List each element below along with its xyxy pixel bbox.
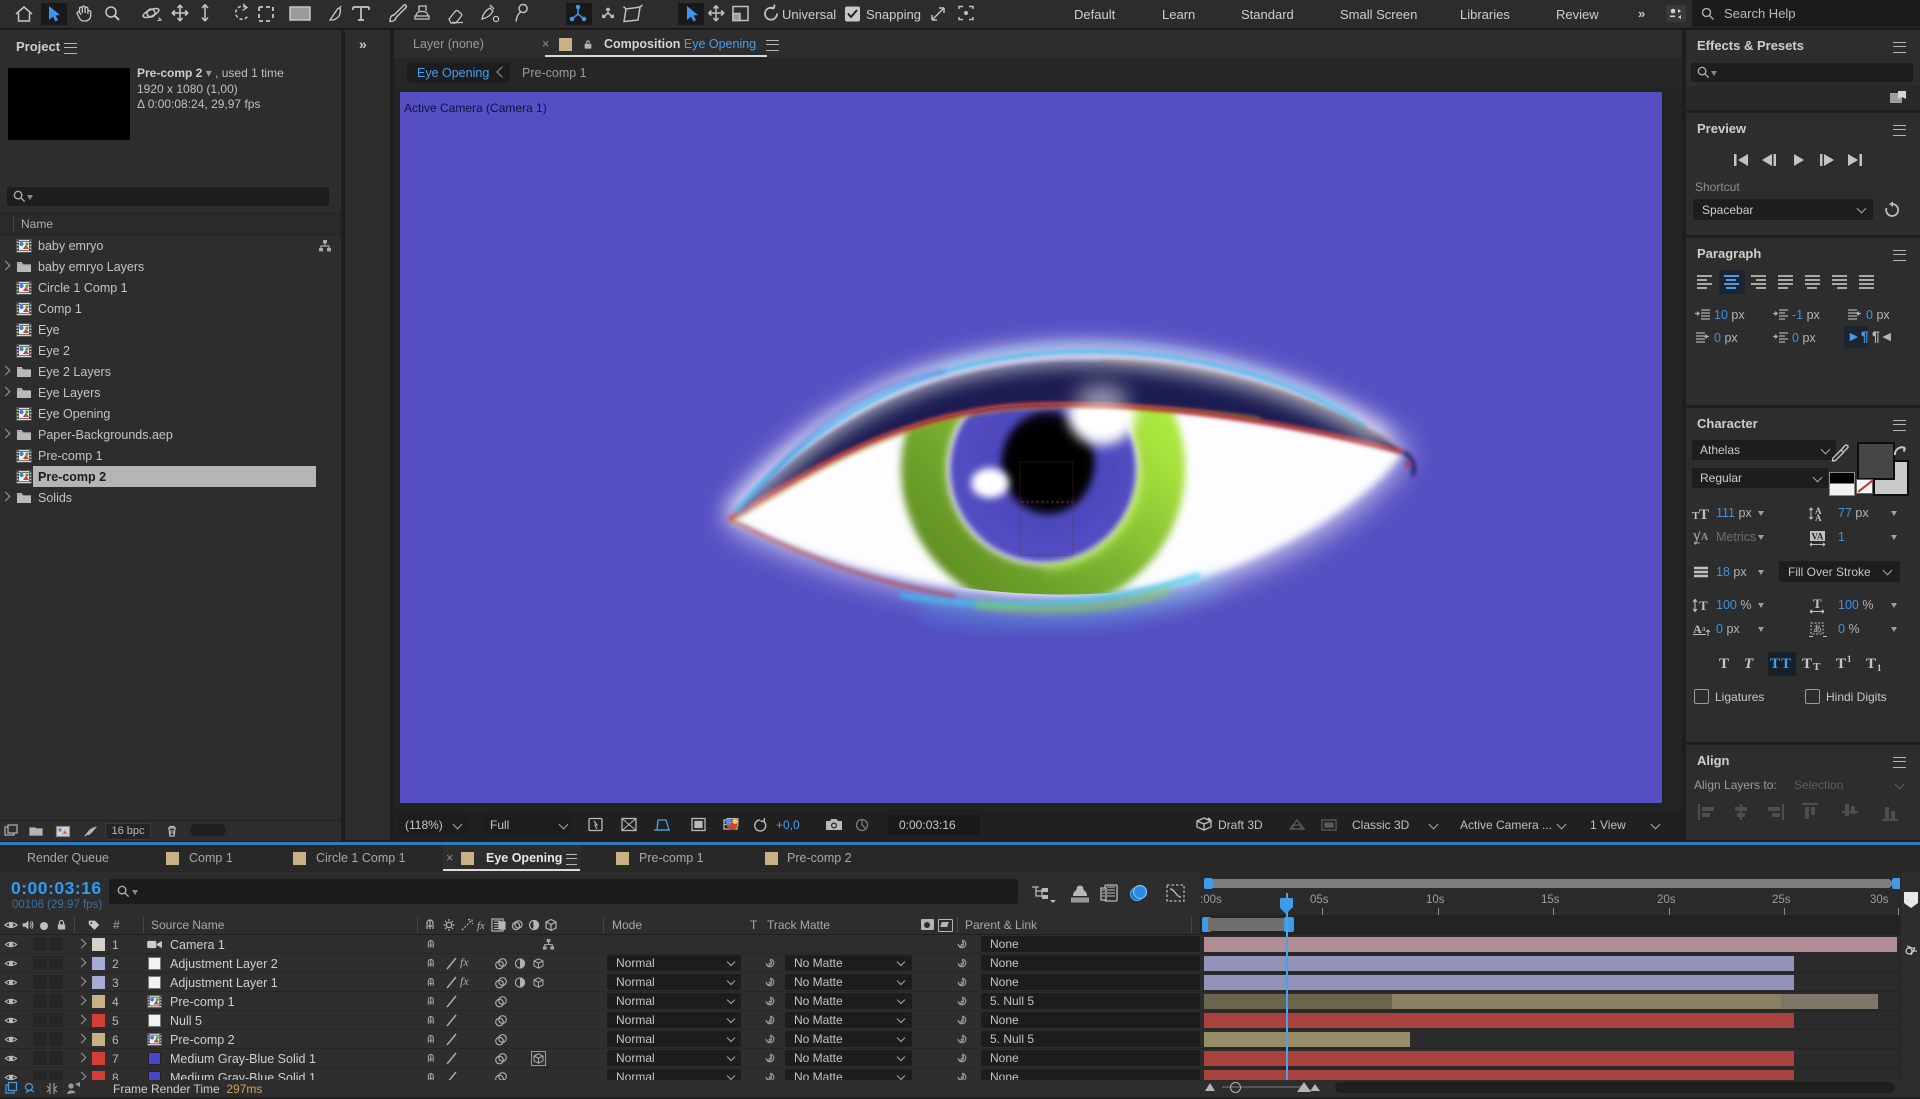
svg-text:A: A (1701, 532, 1709, 543)
svg-text:fx: fx (477, 920, 485, 932)
svg-text:T: T (1813, 596, 1822, 611)
svg-text:あ: あ (1813, 624, 1822, 634)
svg-text:T: T (1699, 598, 1708, 613)
svg-text:A: A (1693, 622, 1702, 636)
svg-text:T: T (1699, 507, 1709, 523)
svg-text:A: A (1815, 513, 1822, 523)
svg-text:VA: VA (1812, 532, 1824, 542)
svg-text:a: a (1702, 624, 1706, 633)
